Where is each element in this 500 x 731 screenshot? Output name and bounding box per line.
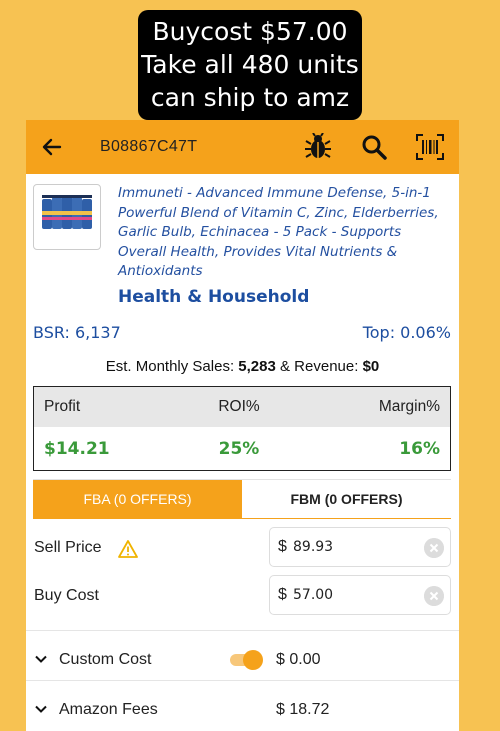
custom-cost-row[interactable]: Custom Cost $ 0.00 bbox=[26, 644, 459, 674]
stats-header-row: Profit ROI% Margin% bbox=[34, 387, 450, 427]
bug-icon[interactable] bbox=[305, 133, 331, 161]
sales-prefix: Est. Monthly Sales: bbox=[105, 358, 239, 375]
monthly-sales-value: 5,283 bbox=[238, 358, 276, 375]
sell-price-currency: $ bbox=[278, 538, 287, 555]
app-window: B08867C47T Immuneti - Advanced Immune De… bbox=[26, 120, 459, 731]
caption-line-2: Take all 480 units bbox=[141, 50, 359, 79]
divider bbox=[26, 630, 459, 631]
custom-cost-value: $ 0.00 bbox=[276, 651, 321, 668]
buy-cost-input[interactable]: $ 57.00 bbox=[269, 575, 451, 615]
caption-line-3: can ship to amz bbox=[150, 83, 350, 112]
product-title[interactable]: Immuneti - Advanced Immune Defense, 5-in… bbox=[118, 184, 448, 282]
sales-middle: & Revenue: bbox=[275, 358, 363, 375]
buy-cost-row: Buy Cost $ 57.00 bbox=[26, 575, 459, 617]
arrow-left-icon[interactable] bbox=[40, 135, 64, 159]
sell-price-label: Sell Price bbox=[34, 539, 102, 556]
search-icon[interactable] bbox=[361, 134, 387, 160]
bsr-label: BSR: 6,137 bbox=[33, 323, 121, 342]
buy-cost-label: Buy Cost bbox=[34, 587, 99, 604]
tab-fbm[interactable]: FBM (0 OFFERS) bbox=[242, 480, 451, 518]
profit-stats-table: Profit ROI% Margin% $14.21 25% 16% bbox=[33, 386, 451, 471]
clear-sell-price-icon[interactable] bbox=[424, 538, 444, 558]
margin-header: Margin% bbox=[378, 398, 440, 415]
divider bbox=[26, 680, 459, 681]
chevron-down-icon[interactable] bbox=[34, 652, 48, 666]
amazon-fees-label: Amazon Fees bbox=[59, 701, 158, 718]
profit-value: $14.21 bbox=[44, 438, 110, 459]
asin-label: B08867C47T bbox=[100, 138, 198, 155]
fulfillment-tabs: FBA (0 OFFERS) FBM (0 OFFERS) bbox=[33, 479, 451, 519]
custom-cost-toggle[interactable] bbox=[228, 649, 264, 671]
amazon-fees-value: $ 18.72 bbox=[276, 701, 330, 718]
sell-price-row: Sell Price $ 89.93 bbox=[26, 527, 459, 569]
margin-value: 16% bbox=[399, 438, 440, 459]
sell-price-input[interactable]: $ 89.93 bbox=[269, 527, 451, 567]
tab-fba[interactable]: FBA (0 OFFERS) bbox=[33, 480, 242, 518]
roi-value: 25% bbox=[218, 438, 260, 459]
top-toolbar: B08867C47T bbox=[26, 120, 459, 174]
top-percent-label: Top: 0.06% bbox=[362, 323, 451, 342]
caption-line-1: Buycost $57.00 bbox=[152, 17, 348, 46]
warning-icon[interactable] bbox=[118, 540, 138, 558]
product-bottles-image bbox=[42, 195, 92, 229]
product-image[interactable] bbox=[33, 184, 101, 250]
monthly-sales-line: Est. Monthly Sales: 5,283 & Revenue: $0 bbox=[26, 358, 459, 375]
profit-header: Profit bbox=[44, 398, 81, 415]
chevron-down-icon[interactable] bbox=[34, 702, 48, 716]
revenue-value: $0 bbox=[362, 358, 380, 375]
amazon-fees-row[interactable]: Amazon Fees $ 18.72 bbox=[26, 694, 459, 724]
overlay-caption: Buycost $57.00 Take all 480 units can sh… bbox=[138, 10, 362, 120]
roi-header: ROI% bbox=[218, 398, 260, 415]
product-category: Health & Household bbox=[118, 287, 310, 307]
clear-buy-cost-icon[interactable] bbox=[424, 586, 444, 606]
stats-value-row: $14.21 25% 16% bbox=[34, 427, 450, 470]
buy-cost-currency: $ bbox=[278, 586, 287, 603]
sell-price-value: 89.93 bbox=[293, 539, 334, 555]
buy-cost-value: 57.00 bbox=[293, 587, 334, 603]
barcode-scan-icon[interactable] bbox=[416, 134, 444, 160]
custom-cost-label: Custom Cost bbox=[59, 651, 152, 668]
